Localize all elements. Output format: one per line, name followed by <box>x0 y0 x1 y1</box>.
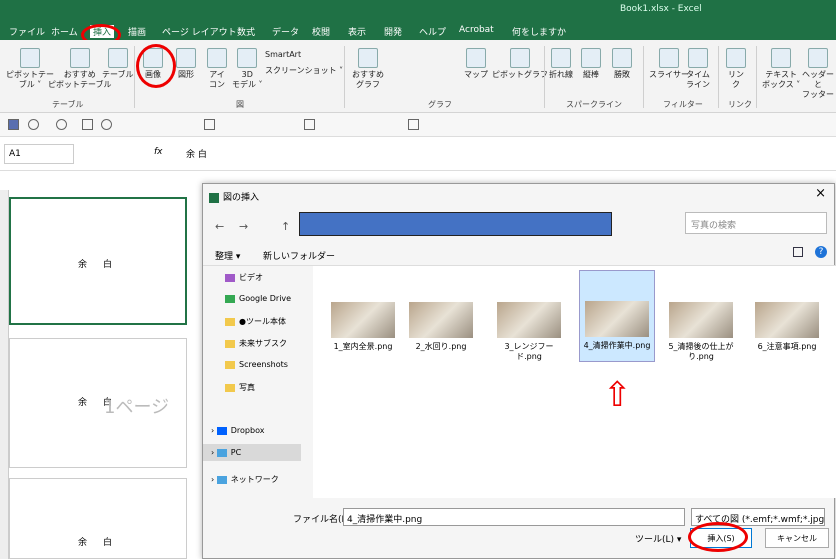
tell-me-search[interactable]: 何をしますか <box>512 25 566 38</box>
pane-icon[interactable] <box>793 247 803 257</box>
tab-review[interactable]: 校閲 <box>312 25 330 38</box>
sparkline-column-button[interactable]: 縦棒 <box>581 48 601 80</box>
file-item-4-selected[interactable]: 4_清掃作業中.png <box>579 270 655 362</box>
formula-bar: A1 fx 余 白 <box>0 137 836 171</box>
nav-item-dropbox[interactable]: › Dropbox <box>211 426 264 435</box>
camera-icon[interactable] <box>304 119 315 130</box>
organize-button[interactable]: 整理 ▾ <box>215 249 240 262</box>
fx-icon[interactable]: fx <box>154 147 163 157</box>
cancel-button[interactable]: キャンセル <box>765 528 829 548</box>
rectangle-icon[interactable] <box>82 119 93 130</box>
nav-item-network[interactable]: › ネットワーク <box>211 474 279 485</box>
3d-models-button[interactable]: 3D モデル ˅ <box>232 48 263 90</box>
group-sparklines-label: スパークライン <box>566 100 622 109</box>
arrow-shape-icon[interactable] <box>204 119 215 130</box>
slicer-button[interactable]: スライサー <box>649 48 689 80</box>
close-icon[interactable]: × <box>815 186 826 201</box>
nav-item-screenshots[interactable]: Screenshots <box>225 360 288 369</box>
excel-icon <box>209 192 219 203</box>
link-button[interactable]: リン ク <box>726 48 746 90</box>
timeline-button[interactable]: タイム ライン <box>686 48 710 90</box>
row-headers <box>0 190 9 559</box>
tab-draw[interactable]: 描画 <box>128 25 146 38</box>
tab-formulas[interactable]: 数式 <box>237 25 255 38</box>
margin-text-3: 余白 <box>78 538 129 548</box>
sparkline-winloss-button[interactable]: 勝敗 <box>612 48 632 80</box>
tab-file[interactable]: ファイル <box>9 25 45 38</box>
tab-help[interactable]: ヘルプ <box>419 25 446 38</box>
dialog-title: 図の挿入 <box>209 190 259 203</box>
page-watermark: 1ページ <box>104 397 170 418</box>
navigation-pane: ビデオ Google Drive ●ツール本体 未来サブスク Screensho… <box>203 266 311 466</box>
tab-home[interactable]: ホーム <box>51 25 78 38</box>
nav-forward-icon[interactable]: → <box>239 220 248 233</box>
formula-input[interactable]: 余 白 <box>186 147 207 160</box>
new-folder-button[interactable]: 新しいフォルダー <box>263 249 335 262</box>
file-item-6[interactable]: 6_注意事項.png <box>751 302 823 352</box>
shapes-button[interactable]: 図形 <box>176 48 196 80</box>
help-icon[interactable]: ? <box>815 246 827 258</box>
search-input[interactable]: 写真の検索 <box>685 212 827 234</box>
ribbon-tabs: ファイル ホーム 挿入 描画 ページ レイアウト 数式 データ 校閲 表示 開発… <box>0 22 836 40</box>
workbook-title: Book1.xlsx - Excel <box>620 4 702 14</box>
tools-dropdown[interactable]: ツール(L) ▾ <box>635 532 681 545</box>
nav-item-tool-main[interactable]: ●ツール本体 <box>225 316 286 327</box>
file-item-2[interactable]: 2_水回り.png <box>405 302 477 352</box>
image-button-highlight <box>136 44 176 88</box>
align-icon[interactable] <box>408 119 419 130</box>
margin-text-1: 余白 <box>78 260 129 270</box>
red-up-arrow-icon: ⇧ <box>603 375 632 415</box>
nav-item-google-drive[interactable]: Google Drive <box>225 294 291 303</box>
undo-icon[interactable] <box>28 119 39 130</box>
save-icon[interactable] <box>8 119 19 130</box>
sparkline-line-button[interactable]: 折れ線 <box>549 48 573 80</box>
dialog-toolbar: 整理 ▾ 新しいフォルダー ? <box>203 242 836 266</box>
quick-access-toolbar <box>0 113 836 137</box>
tab-view[interactable]: 表示 <box>348 25 366 38</box>
redo-icon[interactable] <box>56 119 67 130</box>
file-list: 1_室内全景.png 2_水回り.png 3_レンジフード.png 4_清掃作業… <box>313 266 836 498</box>
recommended-charts-button[interactable]: おすすめ グラフ <box>352 48 384 90</box>
textbox-button[interactable]: テキスト ボックス ˅ <box>762 48 800 90</box>
smartart-button[interactable]: SmartArt <box>265 50 301 60</box>
header-footer-button[interactable]: ヘッダーと フッター <box>800 48 836 100</box>
ribbon: ピボットテー ブル ˅ おすすめ ピボットテーブル テーブル テーブル 画像 図… <box>0 40 836 113</box>
icons-button[interactable]: アイ コン <box>207 48 227 90</box>
screenshot-button[interactable]: スクリーンショット ˅ <box>265 66 343 76</box>
file-item-1[interactable]: 1_室内全景.png <box>327 302 399 352</box>
group-link-label: リンク <box>728 100 752 109</box>
nav-item-subscription[interactable]: 未来サブスク <box>225 338 287 349</box>
group-charts-label: グラフ <box>428 100 452 109</box>
group-table-label: テーブル <box>52 100 84 109</box>
table-button[interactable]: テーブル <box>102 48 134 80</box>
tab-developer[interactable]: 開発 <box>384 25 402 38</box>
name-box[interactable]: A1 <box>4 144 74 164</box>
nav-item-pc[interactable]: › PC <box>203 444 301 461</box>
insert-button-highlight <box>688 522 748 552</box>
file-item-5[interactable]: 5_清掃後の仕上がり.png <box>665 302 737 362</box>
nav-up-icon[interactable]: ↑ <box>281 220 290 233</box>
nav-item-video[interactable]: ビデオ <box>225 272 263 283</box>
maps-button[interactable]: マップ <box>464 48 488 80</box>
group-figures-label: 図 <box>236 100 244 109</box>
file-item-3[interactable]: 3_レンジフード.png <box>493 302 565 362</box>
filename-input[interactable]: 4_清掃作業中.png <box>343 508 685 526</box>
nav-item-photos[interactable]: 写真 <box>225 382 255 393</box>
address-bar[interactable] <box>299 212 612 236</box>
pivot-table-button[interactable]: ピボットテー ブル ˅ <box>6 48 54 90</box>
tab-page-layout[interactable]: ページ レイアウト <box>162 25 237 38</box>
tab-data[interactable]: データ <box>272 25 299 38</box>
pivot-chart-button[interactable]: ピボットグラフ <box>492 48 548 80</box>
nav-back-icon[interactable]: ← <box>215 220 224 233</box>
group-filter-label: フィルター <box>663 100 703 109</box>
oval-icon[interactable] <box>101 119 112 130</box>
tab-acrobat[interactable]: Acrobat <box>459 25 494 35</box>
insert-picture-dialog: 図の挿入 × ← → ↑ 写真の検索 整理 ▾ 新しいフォルダー ? ビデオ G… <box>202 183 836 559</box>
